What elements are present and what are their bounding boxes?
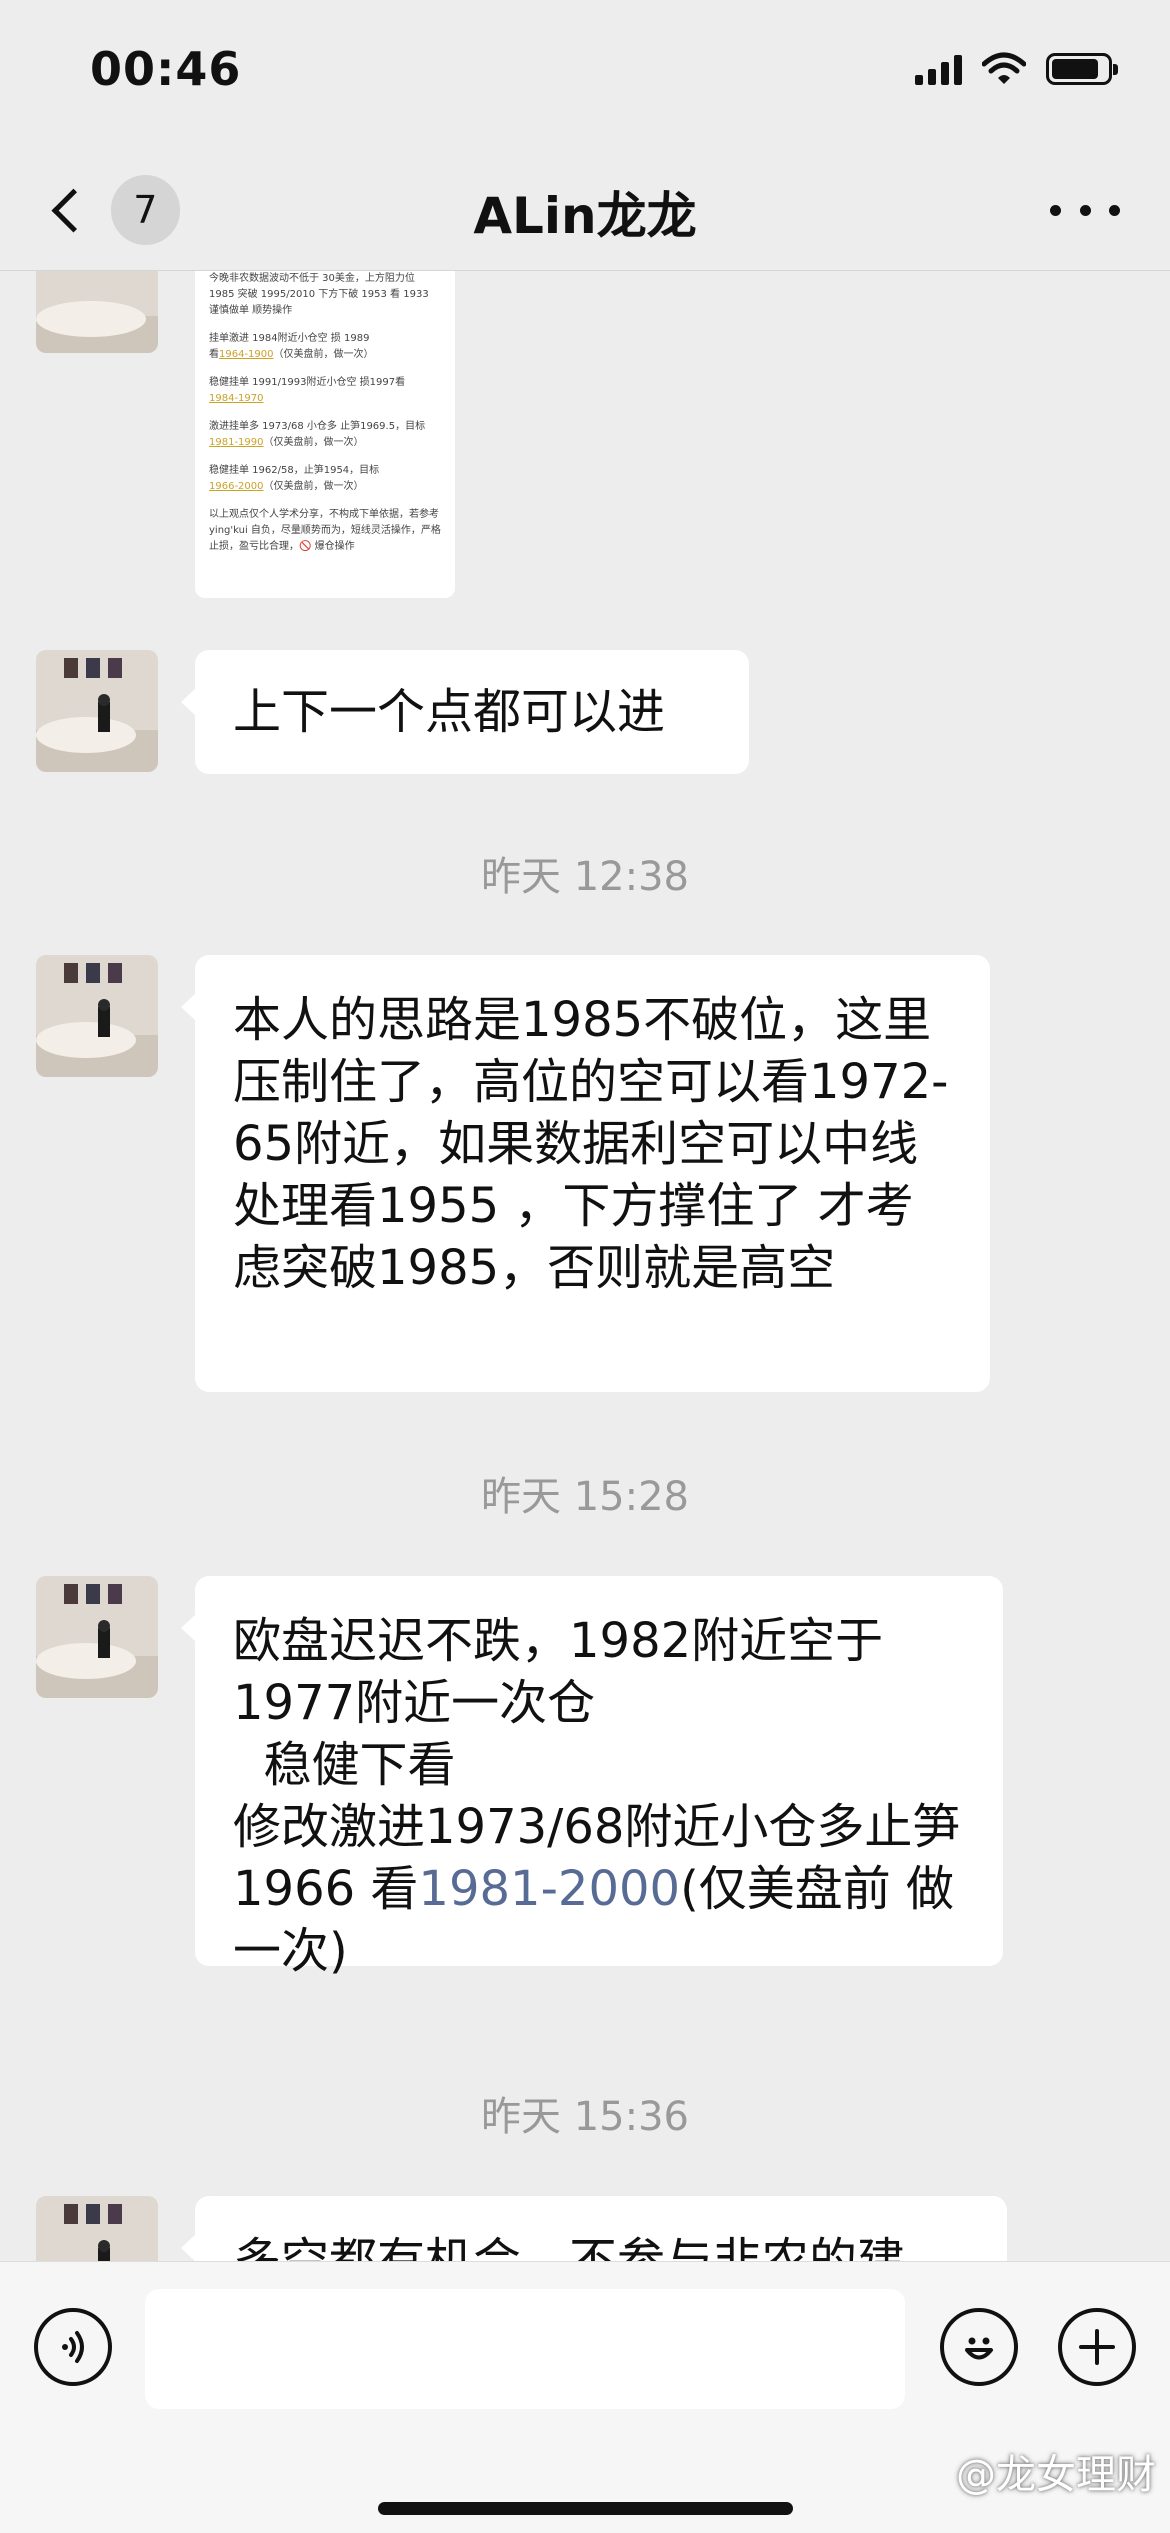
status-bar: 00:46: [0, 0, 1170, 150]
message-timestamp: 昨天 15:28: [481, 1474, 689, 1520]
message-bubble[interactable]: 本人的思路是1985不破位，这里压制住了，高位的空可以看1972-65附近，如果…: [181, 955, 990, 1392]
image-text-highlight: 1966-2000: [209, 481, 264, 492]
watermark: @龙女理财: [956, 2452, 1156, 2498]
image-text-highlight: 1984-1970: [209, 393, 264, 404]
image-text-line: 稳健挂单 1962/58，止笋1954，目标: [209, 465, 380, 476]
message-input[interactable]: [145, 2289, 905, 2409]
input-bar: @龙女理财: [0, 2261, 1170, 2533]
dot-icon: [1050, 204, 1061, 216]
image-text-line: 挂单激进 1984附近小仓空 损 1989: [209, 333, 370, 344]
home-indicator[interactable]: [378, 2502, 793, 2515]
plus-icon: [1079, 2329, 1115, 2365]
image-text-line: 稳健挂单 1991/1993附近小仓空 损1997看: [209, 377, 406, 388]
cellular-signal-icon: [915, 53, 962, 85]
message-bubble[interactable]: 上下一个点都可以进: [181, 650, 749, 774]
avatar[interactable]: [36, 2196, 158, 2261]
more-options-button[interactable]: [1050, 180, 1120, 240]
message-text: 稳健下看: [233, 1737, 456, 1793]
emoji-icon: [965, 2337, 993, 2360]
message-link[interactable]: 1981-2000: [418, 1861, 680, 1917]
message-text: 欧盘迟迟不跌，1982附近空于1977附近一次仓: [233, 1613, 884, 1731]
message-list[interactable]: 今晚非农数据波动不低于 30美金，上方阻力位 1985 突破 1995/2010…: [0, 271, 1170, 2261]
dot-icon: [1079, 204, 1091, 216]
avatar[interactable]: [36, 271, 158, 353]
message-bubble[interactable]: 多空都有机会，不参与非农的建: [181, 2196, 1007, 2261]
message-timestamp: 昨天 15:36: [481, 2094, 689, 2140]
chat-title: ALin龙龙: [473, 187, 697, 245]
voice-input-button[interactable]: [34, 2308, 112, 2386]
image-text-line: 激进挂单多 1973/68 小仓多 止笋1969.5，目标: [209, 421, 426, 432]
image-text-highlight: 1981-1990: [209, 437, 264, 448]
image-text-line: 今晚非农数据波动不低于 30美金，上方阻力位 1985 突破 1995/2010…: [209, 273, 429, 316]
image-text-highlight: 1964-1900: [219, 349, 274, 360]
image-text-line: （仅美盘前，做一次）: [273, 349, 374, 360]
dot-icon: [1109, 204, 1120, 216]
avatar[interactable]: [36, 1576, 158, 1698]
avatar[interactable]: [36, 650, 158, 772]
message-bubble[interactable]: 欧盘迟迟不跌，1982附近空于1977附近一次仓 稳健下看 修改激进1973/6…: [181, 1576, 1003, 1979]
emoji-button[interactable]: [940, 2308, 1018, 2386]
image-text-line: （仅美盘前，做一次）: [263, 481, 364, 492]
chat-header: 7 ALin龙龙: [0, 150, 1170, 271]
more-actions-button[interactable]: [1058, 2308, 1136, 2386]
image-text-line: 看: [209, 349, 219, 360]
image-message[interactable]: 今晚非农数据波动不低于 30美金，上方阻力位 1985 突破 1995/2010…: [195, 271, 455, 598]
voice-icon: [62, 2331, 84, 2363]
message-timestamp: 昨天 12:38: [481, 854, 689, 900]
wifi-icon: [982, 52, 1026, 84]
status-time: 00:46: [90, 42, 242, 96]
avatar[interactable]: [36, 955, 158, 1077]
image-text-line: （仅美盘前，做一次）: [263, 437, 364, 448]
status-icons: [915, 52, 1118, 86]
battery-icon: [1046, 53, 1118, 85]
image-text-line: 以上观点仅个人学术分享，不构成下单依据，若参考 ying'kui 自负，尽量顺势…: [209, 509, 441, 552]
